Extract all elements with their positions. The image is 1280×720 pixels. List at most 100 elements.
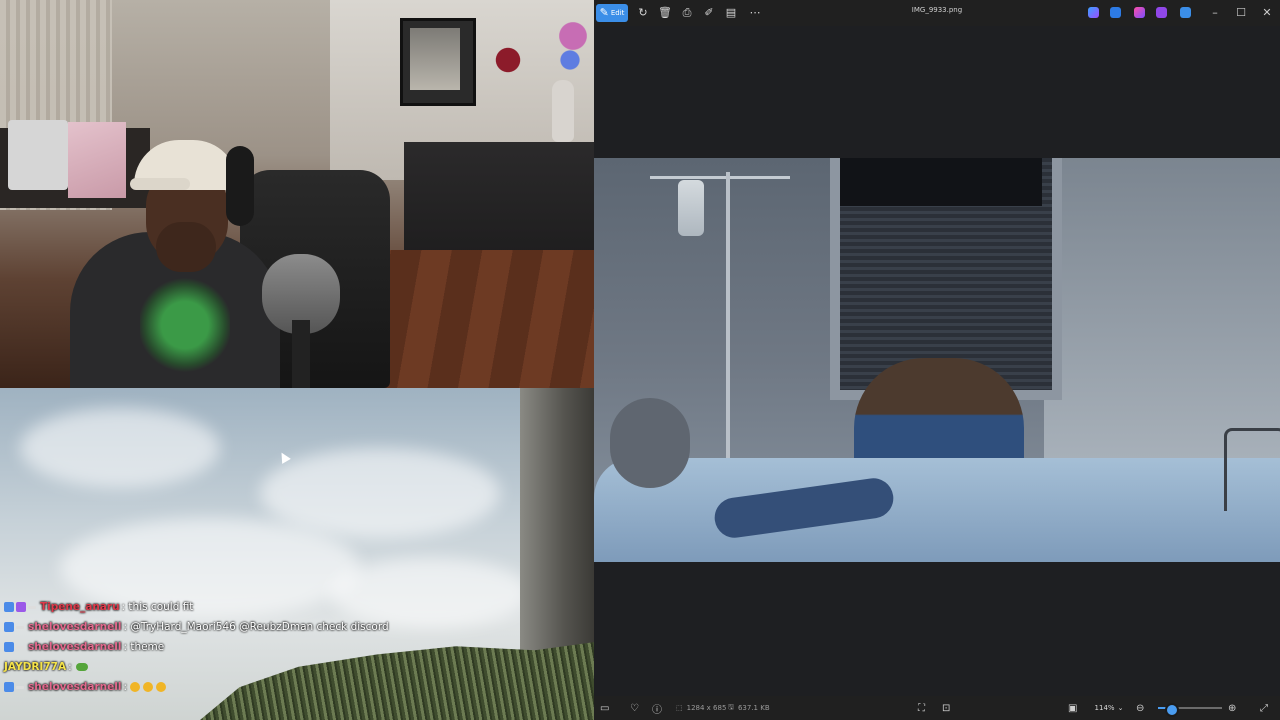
headphones xyxy=(226,146,254,226)
microphone-arm xyxy=(292,320,310,388)
print-icon: ⎙ xyxy=(682,6,692,19)
badge-icon xyxy=(16,645,24,649)
flowers-red xyxy=(488,38,528,82)
chat-username: shelovesdarnell xyxy=(28,681,122,693)
chat-message: shelovesdarnell : theme xyxy=(4,637,584,657)
image-dimensions: ⬚ 1284 x 685 xyxy=(676,696,726,720)
fit-icon: ⛶ xyxy=(918,702,925,714)
draw-icon: ✐ xyxy=(704,6,714,19)
close-button[interactable]: ✕ xyxy=(1256,3,1278,23)
minimize-button[interactable]: – xyxy=(1204,3,1226,23)
chat-badges xyxy=(4,602,36,612)
photo-window-top xyxy=(840,158,1042,206)
badge-icon xyxy=(4,682,14,692)
canvas-background xyxy=(594,26,1280,158)
badge-icon xyxy=(16,685,24,689)
photo-iv-arm xyxy=(650,176,790,179)
info-button[interactable]: ⓘ xyxy=(652,696,662,720)
chat-username: shelovesdarnell xyxy=(28,641,122,653)
pink-box xyxy=(68,122,126,198)
zoom-slider-thumb[interactable] xyxy=(1164,703,1179,717)
chat-message: Tipene_anaru : this could fit xyxy=(4,597,584,617)
expand-button[interactable]: ⤢ xyxy=(1260,696,1268,720)
zoom-in-button[interactable]: ⊕ xyxy=(1228,696,1236,720)
more-button[interactable]: ⋯ xyxy=(746,4,764,22)
chat-overlay: Tipene_anaru : this could fit shelovesda… xyxy=(4,597,584,697)
photo-iv-bag xyxy=(678,180,704,236)
heart-eyes-emote-icon xyxy=(143,682,153,692)
chat-text: : xyxy=(68,661,72,673)
zoom-slider[interactable] xyxy=(1158,703,1222,717)
vase xyxy=(552,80,574,142)
file-size: 🖫 637.1 KB xyxy=(728,696,770,720)
displayed-photo[interactable] xyxy=(594,158,1280,562)
actual-size-button[interactable]: ⊡ xyxy=(942,696,950,720)
canvas-background xyxy=(594,562,1280,696)
copilot-icon[interactable] xyxy=(1088,7,1099,18)
edit-icon: ✎ xyxy=(599,6,609,19)
window-title: IMG_9933.png xyxy=(911,6,963,14)
app-icon[interactable] xyxy=(1156,7,1167,18)
edit-label: Edit xyxy=(610,9,625,17)
file-size-text: 637.1 KB xyxy=(737,704,770,712)
photo-patient xyxy=(610,398,690,488)
chat-text: : this could fit xyxy=(121,601,194,613)
heart-eyes-emote-icon xyxy=(130,682,140,692)
chat-badges xyxy=(4,642,24,652)
rotate-icon: ↻ xyxy=(638,6,648,19)
info-button[interactable]: ▤ xyxy=(722,4,740,22)
badge-icon xyxy=(28,605,36,609)
fullscreen-view-button[interactable]: ▣ xyxy=(1068,696,1077,720)
badge-icon xyxy=(16,625,24,629)
status-bar: ▭ ♡ ⓘ ⬚ 1284 x 685 🖫 637.1 KB ⛶ ⊡ ▣ 114%… xyxy=(594,696,1280,720)
rotate-button[interactable]: ↻ xyxy=(634,4,652,22)
chat-text: : @TryHard_Maori546 @ReubzDman check dis… xyxy=(123,621,389,633)
favorite-button[interactable]: ♡ xyxy=(630,696,639,720)
chat-message: JAYDRI77A : xyxy=(4,657,584,677)
screen-icon: ▣ xyxy=(1068,702,1078,714)
badge-icon xyxy=(4,602,14,612)
photo-hospital-bed xyxy=(594,458,1280,562)
actual-size-icon: ⊡ xyxy=(942,702,951,714)
onedrive-icon[interactable] xyxy=(1180,7,1191,18)
zoom-out-icon: ⊖ xyxy=(1136,702,1145,714)
print-button[interactable]: ⎙ xyxy=(678,4,696,22)
zoom-dropdown[interactable]: 114% ⌄ xyxy=(1094,701,1124,715)
photos-viewer-window: ✎ Edit ↻ 🗑 ⎙ ✐ ▤ ⋯ IMG_9933.png – ☐ ✕ ▭ xyxy=(594,0,1280,720)
shirt-print xyxy=(140,275,230,375)
dimensions-text: 1284 x 685 xyxy=(686,704,727,712)
app-icon[interactable] xyxy=(1110,7,1121,18)
info-icon: ⓘ xyxy=(652,704,662,716)
edit-button[interactable]: ✎ Edit xyxy=(596,4,628,22)
draw-button[interactable]: ✐ xyxy=(700,4,718,22)
chat-message: shelovesdarnell : xyxy=(4,677,584,697)
photo-wall xyxy=(1044,158,1280,458)
photo-bed-rail xyxy=(1224,428,1280,511)
chat-text: : theme xyxy=(123,641,165,653)
photo-iv-pole xyxy=(726,172,730,472)
badge-icon xyxy=(4,622,14,632)
heart-icon: ♡ xyxy=(630,702,639,714)
dimensions-icon: ⬚ xyxy=(676,704,683,712)
zoom-in-icon: ⊕ xyxy=(1228,702,1237,714)
cloud xyxy=(20,408,220,488)
title-bar: ✎ Edit ↻ 🗑 ⎙ ✐ ▤ ⋯ IMG_9933.png – ☐ ✕ xyxy=(594,0,1280,26)
flowers-pink xyxy=(558,18,588,78)
maximize-button[interactable]: ☐ xyxy=(1230,3,1252,23)
chat-message: shelovesdarnell : @TryHard_Maori546 @Reu… xyxy=(4,617,584,637)
zoom-out-button[interactable]: ⊖ xyxy=(1136,696,1144,720)
chat-username: Tipene_anaru xyxy=(40,601,120,613)
webcam-feed xyxy=(0,0,594,388)
expand-icon: ⤢ xyxy=(1260,702,1268,714)
hand xyxy=(156,222,216,272)
file-size-icon: 🖫 xyxy=(728,702,734,711)
app-icon[interactable] xyxy=(1134,7,1145,18)
info-icon: ▤ xyxy=(725,6,737,19)
fit-button[interactable]: ⛶ xyxy=(918,696,925,720)
delete-button[interactable]: 🗑 xyxy=(656,4,674,22)
chat-badges xyxy=(4,682,24,692)
zoom-value: 114% xyxy=(1094,704,1115,712)
filmstrip-button[interactable]: ▭ xyxy=(600,696,609,720)
filmstrip-icon: ▭ xyxy=(600,702,610,714)
chat-badges xyxy=(4,622,24,632)
